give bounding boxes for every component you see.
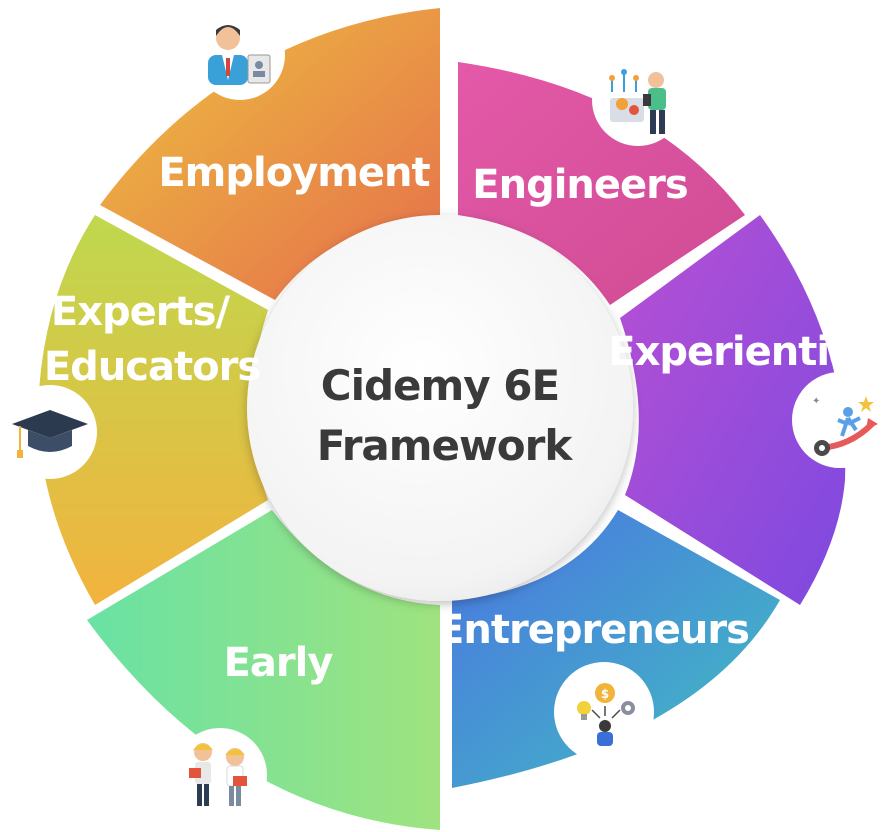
center-title-line2: Framework: [317, 421, 574, 470]
framework-wheel: Cidemy 6E Framework Employment Engineers…: [3, 8, 888, 830]
label-engineers: Engineers: [472, 162, 687, 208]
label-experts-line2: Educators: [44, 344, 260, 390]
svg-text:✦: ✦: [812, 396, 820, 407]
label-experiential: Experiential: [608, 329, 867, 375]
graduation-cap-icon: [3, 385, 97, 479]
label-experts-line1: Experts/: [51, 289, 231, 335]
label-entrepreneurs: Entrepreneurs: [437, 607, 749, 653]
label-early: Early: [224, 640, 334, 686]
engineer-icon: [592, 54, 684, 146]
label-employment: Employment: [158, 150, 430, 196]
center-title-line1: Cidemy 6E: [321, 361, 559, 410]
children-icon: [173, 728, 267, 822]
growth-icon: ✦: [792, 372, 888, 468]
businessman-icon: [195, 10, 285, 100]
svg-text:$: $: [601, 687, 609, 701]
entrepreneur-icon: $: [554, 662, 654, 762]
